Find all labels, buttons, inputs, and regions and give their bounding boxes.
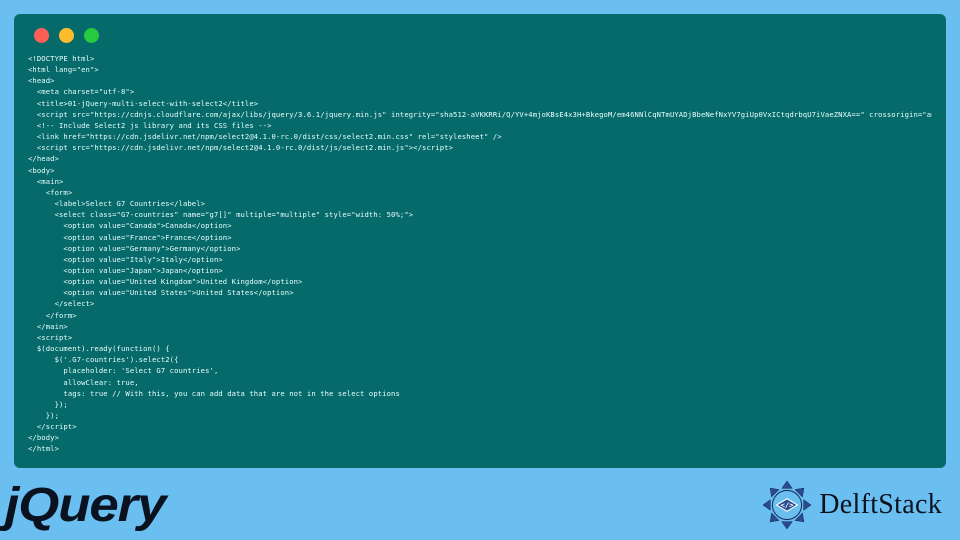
delftstack-logo: </> DelftStack	[761, 479, 942, 531]
delftstack-text: DelftStack	[819, 489, 942, 521]
minimize-icon	[59, 28, 74, 43]
code-body: <!DOCTYPE html> <html lang="en"> <head> …	[28, 53, 932, 455]
svg-text:</>: </>	[781, 501, 795, 510]
delftstack-crest-icon: </>	[761, 479, 813, 531]
code-panel: <!DOCTYPE html> <html lang="en"> <head> …	[14, 14, 946, 468]
jquery-logo: jQuery	[5, 478, 166, 533]
window-controls	[28, 24, 932, 53]
footer: jQuery </> DelftStack	[0, 474, 960, 540]
close-icon	[34, 28, 49, 43]
maximize-icon	[84, 28, 99, 43]
